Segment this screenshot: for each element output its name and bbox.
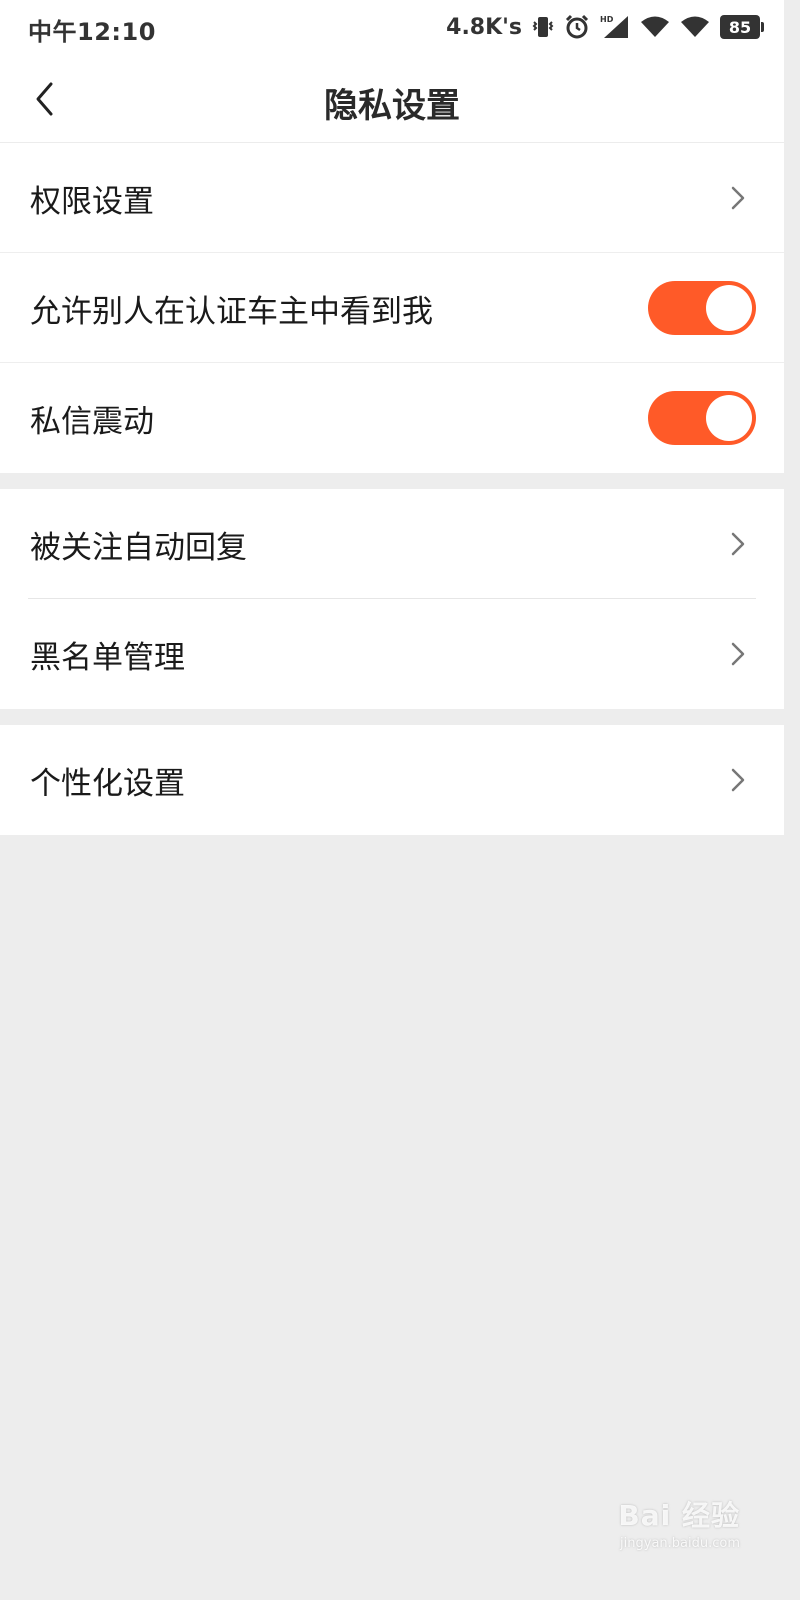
chevron-right-icon bbox=[731, 532, 745, 556]
alarm-icon bbox=[564, 14, 590, 40]
hd-label: HD bbox=[600, 15, 614, 24]
row-personalization-settings[interactable]: 个性化设置 bbox=[0, 725, 784, 835]
wifi-icon-secondary bbox=[680, 15, 710, 39]
row-label: 被关注自动回复 bbox=[30, 529, 247, 566]
row-permission-settings[interactable]: 权限设置 bbox=[0, 143, 784, 253]
watermark-logo: Bai 经验 bbox=[618, 1499, 740, 1532]
chevron-right-icon bbox=[731, 768, 745, 792]
chevron-right-icon bbox=[731, 642, 745, 666]
row-message-vibration: 私信震动 bbox=[0, 363, 784, 473]
battery-indicator: 85 bbox=[720, 15, 764, 39]
row-label: 允许别人在认证车主中看到我 bbox=[30, 293, 433, 330]
toggle-knob bbox=[706, 285, 752, 331]
status-bar: 中午12:10 4.8K's HD 85 bbox=[0, 0, 784, 56]
watermark-url: jingyan.baidu.com bbox=[620, 1536, 740, 1551]
status-time: 中午12:10 bbox=[28, 18, 156, 46]
toggle-knob bbox=[706, 395, 752, 441]
baidu-jingyan-watermark: Bai 经验 jingyan.baidu.com bbox=[590, 1494, 740, 1551]
row-label: 私信震动 bbox=[30, 403, 154, 440]
status-indicators: 4.8K's HD 85 bbox=[446, 12, 764, 42]
page-title: 隐私设置 bbox=[324, 86, 460, 126]
settings-group-social: 被关注自动回复 黑名单管理 bbox=[0, 489, 784, 709]
settings-group-privacy: 权限设置 允许别人在认证车主中看到我 私信震动 bbox=[0, 143, 784, 473]
settings-group-personalization: 个性化设置 bbox=[0, 725, 784, 835]
row-label: 个性化设置 bbox=[30, 765, 185, 802]
row-label: 黑名单管理 bbox=[30, 639, 185, 676]
visible-to-owners-toggle[interactable] bbox=[648, 281, 756, 335]
row-visible-to-verified-owners: 允许别人在认证车主中看到我 bbox=[0, 253, 784, 363]
network-speed: 4.8K's bbox=[446, 14, 522, 40]
cellular-signal-icon: HD bbox=[600, 14, 630, 40]
row-blacklist-management[interactable]: 黑名单管理 bbox=[0, 599, 784, 709]
vibrate-icon bbox=[532, 14, 554, 40]
nav-bar: 隐私设置 bbox=[0, 56, 784, 143]
chevron-right-icon bbox=[731, 186, 745, 210]
message-vibration-toggle[interactable] bbox=[648, 391, 756, 445]
row-follow-auto-reply[interactable]: 被关注自动回复 bbox=[0, 489, 784, 599]
row-label: 权限设置 bbox=[30, 183, 154, 220]
wifi-icon bbox=[640, 15, 670, 39]
